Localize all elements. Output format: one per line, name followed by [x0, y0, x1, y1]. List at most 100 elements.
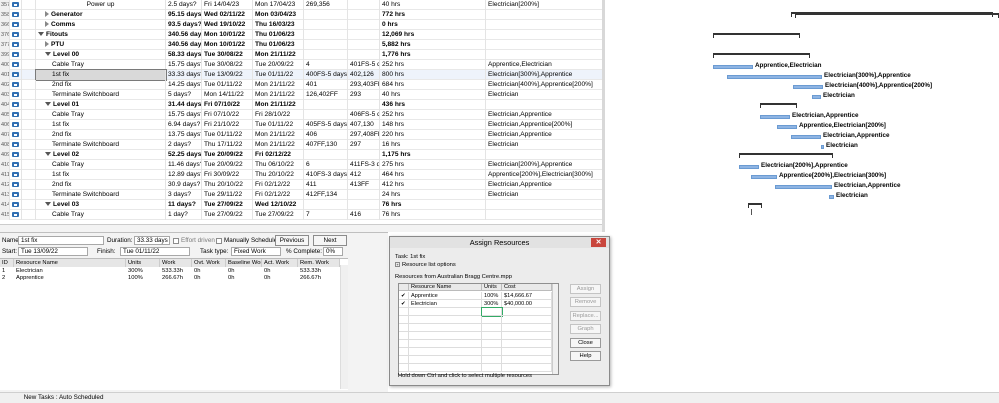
resource-cell-act[interactable]: 0h: [262, 268, 298, 275]
cell-res[interactable]: [486, 200, 602, 210]
dialog-cell-cost[interactable]: [502, 348, 552, 356]
cell-res[interactable]: Electrician,Apprentice: [486, 180, 602, 190]
cell-start[interactable]: Mon 10/01/22: [202, 30, 253, 40]
cell-succ[interactable]: [348, 150, 380, 160]
cell-start[interactable]: Tue 30/08/22: [202, 60, 253, 70]
task-row[interactable]: 358 Generator 95.15 days? Wed 02/11/22 Mon 0…: [0, 10, 602, 20]
cell-finish[interactable]: Tue 01/11/22: [253, 70, 304, 80]
cell-pred[interactable]: [304, 40, 348, 50]
dialog-cell-cost[interactable]: [502, 332, 552, 340]
cell-pred[interactable]: 6: [304, 160, 348, 170]
cell-succ[interactable]: 413FF: [348, 180, 380, 190]
cell-start[interactable]: Fri 07/10/22: [202, 100, 253, 110]
cell-succ[interactable]: [348, 10, 380, 20]
row-id[interactable]: 410: [0, 160, 10, 170]
task-row[interactable]: 402 2nd fix 14.25 days? Tue 01/11/22 Mon 21/…: [0, 80, 602, 90]
resource-cell-id[interactable]: 1: [0, 268, 14, 275]
task-type-select[interactable]: Fixed Work: [231, 247, 281, 256]
cell-res[interactable]: Electrician[400%],Apprentice[200%]: [486, 80, 602, 90]
assigned-check-icon[interactable]: ✔: [399, 300, 409, 308]
cell-pred[interactable]: [304, 10, 348, 20]
cell-pred[interactable]: [304, 100, 348, 110]
task-bar[interactable]: [775, 185, 832, 189]
assign-button[interactable]: Assign: [570, 284, 601, 294]
cell-succ[interactable]: [348, 50, 380, 60]
dialog-cell-units[interactable]: [482, 356, 502, 364]
cell-finish[interactable]: Mon 21/11/22: [253, 130, 304, 140]
task-row[interactable]: 403 Terminate Switchboard 5 days? Mon 14/11…: [0, 90, 602, 100]
row-id[interactable]: 403: [0, 90, 10, 100]
pct-complete-field[interactable]: 0%: [323, 247, 343, 256]
task-row[interactable]: 399 Level 00 58.33 days? Tue 30/08/22 Mon 21…: [0, 50, 602, 60]
task-name-field[interactable]: 1st fix: [18, 236, 104, 245]
row-id[interactable]: 399: [0, 50, 10, 60]
cell-dur[interactable]: 95.15 days?: [166, 10, 202, 20]
cell-succ[interactable]: 407,130: [348, 120, 380, 130]
cell-succ[interactable]: 293,403FF: [348, 80, 380, 90]
cell-work[interactable]: 1,175 hrs: [380, 150, 486, 160]
cell-pred[interactable]: [304, 20, 348, 30]
cell-work[interactable]: 40 hrs: [380, 90, 486, 100]
cell-name[interactable]: PTU: [36, 40, 166, 50]
dialog-cell-units[interactable]: [482, 332, 502, 340]
cell-finish[interactable]: Mon 21/11/22: [253, 100, 304, 110]
cell-pred[interactable]: 405FS-5 days: [304, 120, 348, 130]
task-row[interactable]: 415 Cable Tray 1 day? Tue 27/09/22 Tue 27/09…: [0, 210, 602, 220]
cell-finish[interactable]: Mon 21/11/22: [253, 80, 304, 90]
cell-res[interactable]: [486, 50, 602, 60]
resource-cell-work[interactable]: 533.33h: [160, 268, 192, 275]
dialog-column-header[interactable]: Resource Name: [409, 284, 482, 291]
cell-finish[interactable]: Thu 16/03/23: [253, 20, 304, 30]
task-row[interactable]: 410 Cable Tray 11.46 days? Tue 20/09/22 Thu …: [0, 160, 602, 170]
cell-finish[interactable]: Mon 21/11/22: [253, 50, 304, 60]
task-bar[interactable]: [791, 135, 821, 139]
cell-res[interactable]: Apprentice,Electrician: [486, 60, 602, 70]
dialog-cell-cost[interactable]: [502, 316, 552, 324]
cell-finish[interactable]: Tue 01/11/22: [253, 120, 304, 130]
cell-finish[interactable]: Tue 20/09/22: [253, 60, 304, 70]
dialog-cell-units[interactable]: [482, 364, 502, 372]
cell-start[interactable]: Thu 20/10/22: [202, 180, 253, 190]
row-id[interactable]: 411: [0, 170, 10, 180]
dialog-cell-units[interactable]: [482, 348, 502, 356]
cell-succ[interactable]: [348, 0, 380, 10]
cell-succ[interactable]: [348, 200, 380, 210]
resource-cell-units[interactable]: 300%: [126, 268, 160, 275]
cell-pred[interactable]: 269,356: [304, 0, 348, 10]
cell-succ[interactable]: 297: [348, 140, 380, 150]
cell-succ[interactable]: [348, 190, 380, 200]
graph-button[interactable]: Graph: [570, 324, 601, 334]
cell-res[interactable]: [486, 30, 602, 40]
column-header[interactable]: Ovt. Work: [192, 259, 226, 267]
cell-name[interactable]: Cable Tray: [36, 110, 166, 120]
cell-res[interactable]: Electrician,Apprentice: [486, 110, 602, 120]
assigned-check-icon[interactable]: ✔: [399, 292, 409, 300]
task-row[interactable]: 366 Comms 93.5 days? Wed 19/10/22 Thu 16/03/…: [0, 20, 602, 30]
cell-name[interactable]: 2nd fix: [36, 80, 166, 90]
assigned-check-icon[interactable]: [399, 356, 409, 364]
dialog-cell-cost[interactable]: $14,666.67: [502, 292, 552, 300]
cell-dur[interactable]: 33.33 days?: [166, 70, 202, 80]
cell-work[interactable]: 76 hrs: [380, 210, 486, 220]
cell-start[interactable]: Fri 07/10/22: [202, 110, 253, 120]
cell-name[interactable]: Cable Tray: [36, 160, 166, 170]
row-id[interactable]: 412: [0, 180, 10, 190]
assigned-check-icon[interactable]: [399, 308, 409, 316]
remove-button[interactable]: Remove: [570, 297, 601, 307]
cell-finish[interactable]: Fri 02/12/22: [253, 190, 304, 200]
column-header[interactable]: Act. Work: [262, 259, 298, 267]
column-header[interactable]: ID: [0, 259, 14, 267]
task-grid[interactable]: 357 Power up 2.5 days? Fri 14/04/23 Mon 17/0…: [0, 0, 602, 224]
task-bar[interactable]: [713, 65, 753, 69]
dialog-cell-units[interactable]: [482, 324, 502, 332]
cell-start[interactable]: Tue 30/08/22: [202, 50, 253, 60]
task-row[interactable]: 407 2nd fix 13.75 days? Tue 01/11/22 Mon 21/…: [0, 130, 602, 140]
cell-name[interactable]: Comms: [36, 20, 166, 30]
cell-res[interactable]: Electrician[200%]: [486, 0, 602, 10]
cell-succ[interactable]: [348, 20, 380, 30]
cell-succ[interactable]: 297,408FF: [348, 130, 380, 140]
dialog-cell-cost[interactable]: [502, 308, 552, 316]
cell-start[interactable]: Tue 20/09/22: [202, 160, 253, 170]
cell-res[interactable]: Electrician: [486, 90, 602, 100]
resource-list-options[interactable]: + Resource list options: [395, 262, 456, 269]
